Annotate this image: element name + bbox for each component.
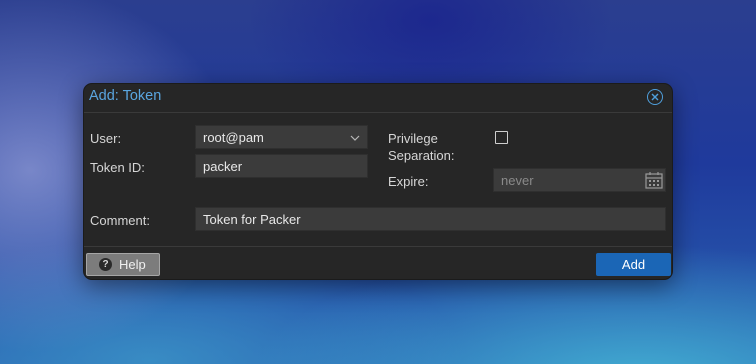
dialog-titlebar[interactable]: Add: Token <box>84 84 672 113</box>
help-button-label: Help <box>119 257 146 272</box>
user-label: User: <box>90 131 122 146</box>
privilege-separation-label-line2: Separation: <box>388 148 455 163</box>
privilege-separation-checkbox[interactable] <box>495 131 508 144</box>
comment-input[interactable]: Token for Packer <box>195 207 666 231</box>
token-id-value: packer <box>203 159 243 174</box>
chevron-down-icon[interactable] <box>350 131 360 146</box>
help-button[interactable]: ? Help <box>86 253 160 276</box>
add-token-dialog: Add: Token User: root@pam Token ID: pack… <box>83 83 673 280</box>
expire-date-field[interactable]: never <box>493 168 666 192</box>
privilege-separation-label-line1: Privilege <box>388 131 438 146</box>
expire-label: Expire: <box>388 174 429 189</box>
comment-value: Token for Packer <box>203 212 301 227</box>
token-id-label: Token ID: <box>90 160 145 175</box>
token-id-input[interactable]: packer <box>195 154 368 178</box>
user-value: root@pam <box>203 130 264 145</box>
dialog-footer: ? Help Add <box>84 246 672 279</box>
expire-placeholder: never <box>501 173 534 188</box>
calendar-icon[interactable] <box>645 171 663 189</box>
comment-label: Comment: <box>90 213 150 228</box>
user-select[interactable]: root@pam <box>195 125 368 149</box>
add-button[interactable]: Add <box>596 253 671 276</box>
close-icon[interactable] <box>647 89 663 105</box>
question-circle-icon: ? <box>99 258 112 271</box>
dialog-title: Add: Token <box>89 88 162 104</box>
